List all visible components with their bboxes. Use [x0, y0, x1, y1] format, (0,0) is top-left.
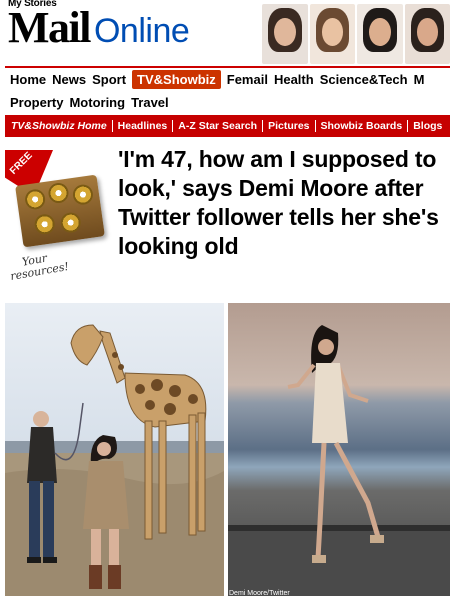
beach-giraffe-illustration [5, 324, 224, 596]
subnav-headlines[interactable]: Headlines [113, 120, 174, 132]
section-subnav: TV&Showbiz Home Headlines A-Z Star Searc… [5, 115, 450, 137]
disc-icon [47, 181, 70, 205]
logo-online-text: Online [93, 12, 190, 50]
disc-icon [33, 212, 56, 236]
nav-row-2: Property Motoring Travel [5, 91, 450, 114]
nav-row-1: Home News Sport TV&Showbiz Femail Health… [5, 68, 450, 91]
free-resources-promo[interactable]: FREE Your resources! [5, 146, 113, 296]
subnav-star-search[interactable]: A-Z Star Search [173, 120, 264, 132]
celeb-thumb [262, 4, 308, 64]
nav-travel[interactable]: Travel [131, 93, 174, 112]
resources-folder-icon [15, 174, 105, 248]
subnav-blogs[interactable]: Blogs [408, 120, 447, 132]
celeb-thumb [309, 4, 355, 64]
disc-icon [23, 188, 47, 211]
nav-home[interactable]: Home [10, 70, 51, 89]
nav-science-tech[interactable]: Science&Tech [320, 70, 413, 89]
celebrity-banner[interactable] [262, 4, 450, 64]
sunset-terrace-photo [228, 303, 450, 596]
logo-mail-text: Mail [8, 3, 91, 52]
subnav-showbiz-boards[interactable]: Showbiz Boards [316, 120, 409, 132]
main-nav: Home News Sport TV&Showbiz Femail Health… [5, 66, 450, 114]
celeb-thumb [357, 4, 403, 64]
sunset-terrace-illustration [228, 325, 450, 596]
resources-caption: Your resources! [9, 251, 70, 283]
article-headline: 'I'm 47, how am I supposed to look,' say… [118, 146, 439, 259]
nav-femail[interactable]: Femail [227, 70, 273, 89]
beach-giraffe-photo [5, 303, 224, 596]
masthead: My Stories Mail Online [0, 0, 450, 66]
photo-credit: Demi Moore/Twitter [229, 590, 290, 597]
disc-icon [71, 183, 95, 206]
nav-motoring[interactable]: Motoring [69, 93, 130, 112]
celeb-thumb [404, 4, 450, 64]
nav-news[interactable]: News [52, 70, 91, 89]
nav-sport[interactable]: Sport [92, 70, 131, 89]
nav-health[interactable]: Health [274, 70, 319, 89]
subnav-pictures[interactable]: Pictures [263, 120, 316, 132]
site-logo[interactable]: Mail Online [8, 3, 190, 52]
subnav-showbiz-home[interactable]: TV&Showbiz Home [9, 120, 113, 132]
nav-more-truncated[interactable]: M [414, 70, 430, 89]
nav-property[interactable]: Property [10, 93, 68, 112]
nav-tv-showbiz[interactable]: TV&Showbiz [132, 70, 221, 89]
disc-icon [59, 211, 83, 234]
